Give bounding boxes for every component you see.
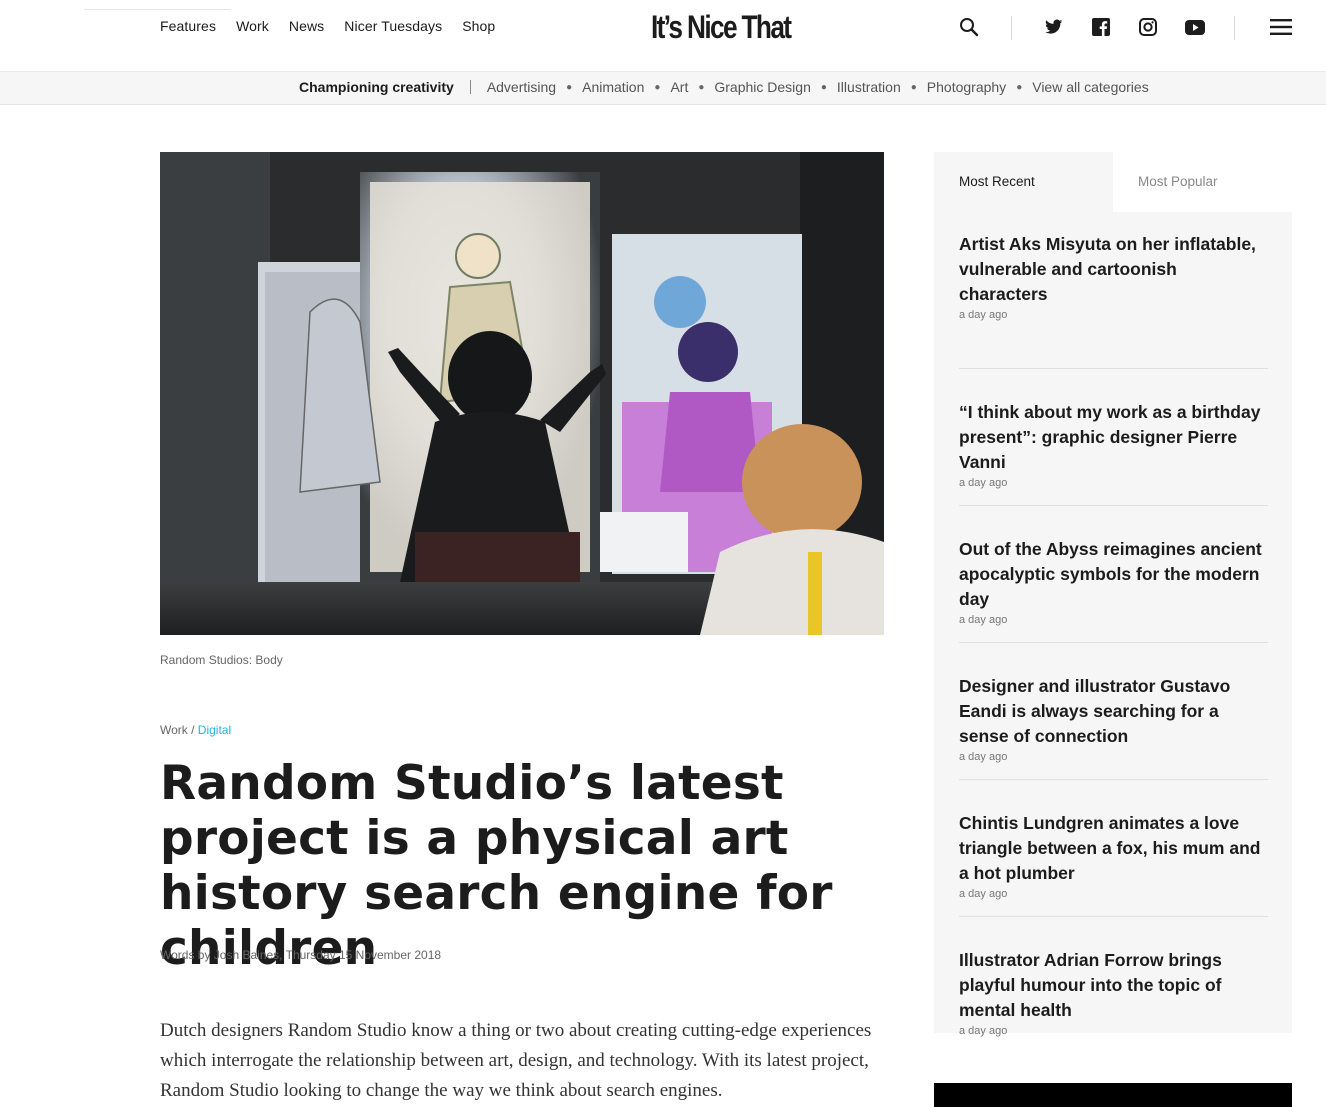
breadcrumb-category-link[interactable]: Digital	[198, 723, 231, 737]
facebook-icon[interactable]	[1090, 16, 1112, 38]
youtube-icon[interactable]	[1184, 16, 1206, 38]
list-item[interactable]: Artist Aks Misyuta on her inflatable, vu…	[959, 232, 1268, 369]
instagram-icon[interactable]	[1137, 16, 1159, 38]
list-item-time: a day ago	[959, 614, 1008, 626]
search-icon[interactable]	[958, 16, 980, 38]
bullet-separator: ●	[566, 81, 573, 93]
sidebar-ad-block	[934, 1083, 1292, 1107]
image-caption: Random Studios: Body	[160, 653, 283, 667]
category-divider	[469, 80, 471, 94]
article-title: Random Studio’s latest project is a phys…	[160, 756, 833, 976]
header-divider	[1234, 16, 1235, 40]
breadcrumb-separator: /	[187, 723, 198, 737]
category-lead: Championing creativity	[299, 79, 454, 95]
list-item[interactable]: “I think about my work as a birthday pre…	[959, 369, 1268, 506]
list-item[interactable]: Out of the Abyss reimagines ancient apoc…	[959, 506, 1268, 643]
header-icons	[0, 16, 1326, 40]
sidebar-tabs: Most Recent Most Popular	[934, 152, 1292, 212]
list-item-title[interactable]: Illustrator Adrian Forrow brings playful…	[959, 948, 1229, 1023]
list-item-time: a day ago	[959, 1025, 1008, 1037]
list-item[interactable]: Chintis Lundgren animates a love triangl…	[959, 780, 1268, 917]
list-item-time: a day ago	[959, 309, 1008, 321]
article-body: Dutch designers Random Studio know a thi…	[160, 1020, 872, 1101]
category-animation[interactable]: Animation	[582, 79, 644, 95]
list-item-title[interactable]: Chintis Lundgren animates a love triangl…	[959, 811, 1264, 886]
list-item-time: a day ago	[959, 888, 1008, 900]
category-bar: Championing creativity Advertising ● Ani…	[0, 71, 1326, 105]
twitter-icon[interactable]	[1043, 16, 1065, 38]
list-item[interactable]: Designer and illustrator Gustavo Eandi i…	[959, 643, 1268, 780]
header-divider	[1011, 16, 1012, 40]
top-tab-strip	[84, 0, 231, 10]
category-illustration[interactable]: Illustration	[837, 79, 901, 95]
list-item-title[interactable]: Out of the Abyss reimagines ancient apoc…	[959, 537, 1264, 612]
sidebar: Most Recent Most Popular Artist Aks Misy…	[934, 152, 1292, 1037]
category-advertising[interactable]: Advertising	[487, 79, 556, 95]
tab-most-popular[interactable]: Most Popular	[1113, 152, 1292, 212]
bullet-separator: ●	[910, 81, 917, 93]
sidebar-article-list: Artist Aks Misyuta on her inflatable, vu…	[959, 232, 1268, 1054]
category-graphic-design[interactable]: Graphic Design	[714, 79, 811, 95]
breadcrumb: Work / Digital	[160, 723, 231, 737]
list-item-title[interactable]: Designer and illustrator Gustavo Eandi i…	[959, 674, 1239, 749]
list-item-time: a day ago	[959, 477, 1008, 489]
category-art[interactable]: Art	[670, 79, 688, 95]
breadcrumb-section[interactable]: Work	[160, 723, 188, 737]
list-item-title[interactable]: “I think about my work as a birthday pre…	[959, 400, 1264, 475]
bullet-separator: ●	[820, 81, 827, 93]
list-item-title[interactable]: Artist Aks Misyuta on her inflatable, vu…	[959, 232, 1264, 307]
menu-icon[interactable]	[1269, 16, 1293, 38]
article-byline: Words by Josh Baines, Thursday 15 Novemb…	[160, 948, 442, 962]
list-item[interactable]: Illustrator Adrian Forrow brings playful…	[959, 917, 1268, 1054]
hero-image	[160, 152, 884, 635]
category-view-all[interactable]: View all categories	[1032, 79, 1148, 95]
list-item-time: a day ago	[959, 751, 1008, 763]
bullet-separator: ●	[1016, 81, 1023, 93]
bullet-separator: ●	[698, 81, 705, 93]
category-photography[interactable]: Photography	[927, 79, 1006, 95]
bullet-separator: ●	[654, 81, 661, 93]
tab-most-recent[interactable]: Most Recent	[934, 152, 1113, 212]
site-header: Features Work News Nicer Tuesdays Shop I…	[0, 0, 1326, 71]
